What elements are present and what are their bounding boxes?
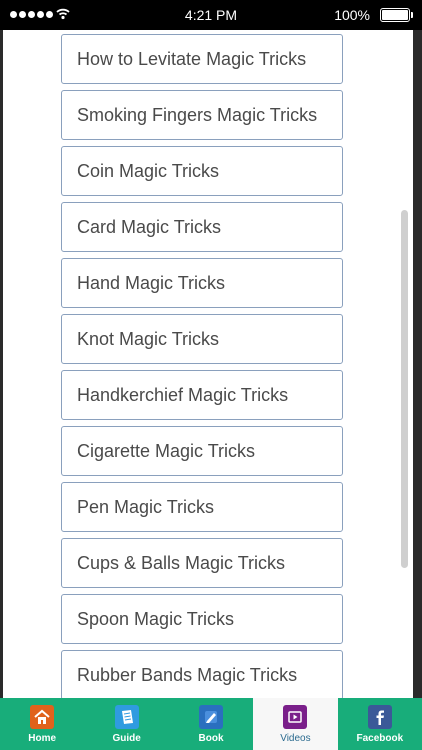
tab-home[interactable]: Home	[0, 698, 84, 750]
scrollbar[interactable]	[401, 210, 408, 568]
content-area[interactable]: How to Levitate Magic Tricks Smoking Fin…	[3, 30, 413, 698]
list-item[interactable]: Card Magic Tricks	[61, 202, 343, 252]
book-icon	[199, 705, 224, 729]
frame-right-edge	[413, 30, 422, 698]
video-play-icon	[283, 705, 308, 729]
list-item[interactable]: Hand Magic Tricks	[61, 258, 343, 308]
facebook-icon	[367, 705, 392, 729]
home-icon	[30, 705, 55, 729]
tab-book-label: Book	[198, 733, 224, 744]
list-item[interactable]: Rubber Bands Magic Tricks	[61, 650, 343, 698]
list-item[interactable]: Knot Magic Tricks	[61, 314, 343, 364]
tab-videos[interactable]: Videos	[253, 698, 338, 750]
magic-tricks-list: How to Levitate Magic Tricks Smoking Fin…	[61, 34, 343, 698]
list-item[interactable]: Handkerchief Magic Tricks	[61, 370, 343, 420]
tab-home-label: Home	[28, 733, 57, 744]
list-item[interactable]: Pen Magic Tricks	[61, 482, 343, 532]
tab-videos-label: Videos	[280, 733, 311, 744]
list-item[interactable]: How to Levitate Magic Tricks	[61, 34, 343, 84]
tab-guide-label: Guide	[112, 733, 141, 744]
tab-facebook-label: Facebook	[356, 733, 404, 744]
list-item[interactable]: Cigarette Magic Tricks	[61, 426, 343, 476]
battery-icon	[380, 8, 413, 22]
battery-percentage: 100%	[334, 7, 370, 23]
list-item[interactable]: Spoon Magic Tricks	[61, 594, 343, 644]
list-item[interactable]: Cups & Balls Magic Tricks	[61, 538, 343, 588]
status-bar: 4:21 PM 100%	[0, 0, 422, 30]
list-item[interactable]: Smoking Fingers Magic Tricks	[61, 90, 343, 140]
tab-guide[interactable]: Guide	[84, 698, 168, 750]
list-item[interactable]: Coin Magic Tricks	[61, 146, 343, 196]
tab-bar: Home Guide Book Videos Facebook	[0, 698, 422, 750]
tab-book[interactable]: Book	[169, 698, 253, 750]
tab-facebook[interactable]: Facebook	[338, 698, 422, 750]
guide-icon	[114, 705, 139, 729]
